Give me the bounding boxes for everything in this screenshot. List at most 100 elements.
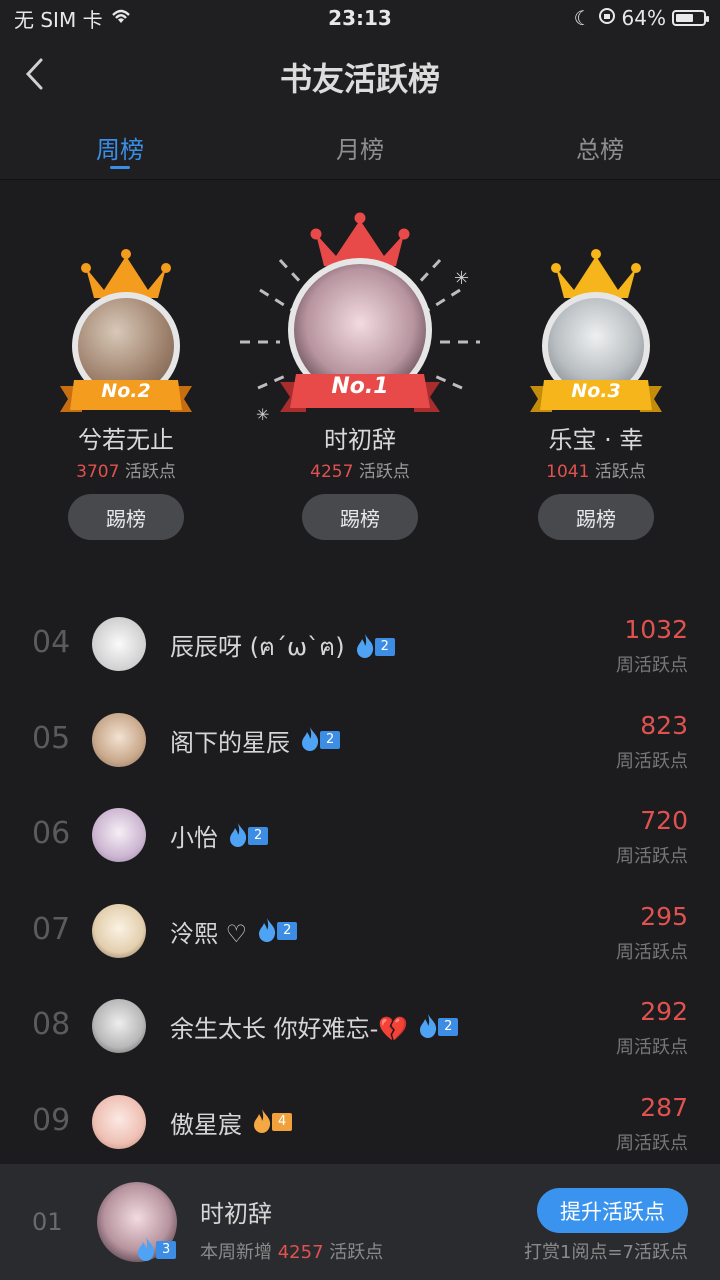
- tab-monthly[interactable]: 月榜: [240, 114, 480, 179]
- score-value: 720: [640, 806, 688, 836]
- points-unit: 活跃点: [329, 1242, 384, 1263]
- points-value: 1041: [546, 462, 590, 482]
- level-badge: 3: [134, 1237, 177, 1261]
- user-name: 泠熙 ♡ 2: [170, 914, 298, 949]
- rank-number: 06: [32, 816, 71, 852]
- avatar[interactable]: [92, 808, 146, 863]
- score-value: 295: [640, 901, 688, 931]
- score-label: 周活跃点: [616, 655, 688, 676]
- points-value: 4257: [277, 1242, 324, 1263]
- level-badge: 2: [353, 633, 395, 658]
- score-label: 周活跃点: [616, 941, 688, 963]
- list-item[interactable]: 06 小怡 2 720 周活跃点: [0, 788, 720, 884]
- list-item[interactable]: 08 余生太长 你好难忘-💔 2 292 周活跃点: [0, 979, 720, 1075]
- rotation-lock-icon: [598, 6, 616, 30]
- page-title: 书友活跃榜: [279, 60, 440, 98]
- user-name-text: 余生太长 你好难忘-💔: [170, 1015, 409, 1044]
- moon-icon: ☾: [573, 6, 592, 30]
- points-line: 4257 活跃点: [260, 457, 460, 482]
- boost-points-button[interactable]: 提升活跃点: [537, 1188, 688, 1233]
- user-name: 辰辰呀 (ฅ´ω`ฅ) 2: [170, 627, 395, 666]
- points-unit: 活跃点: [124, 462, 176, 482]
- svg-text:✳: ✳: [454, 268, 469, 289]
- level-value: 2: [277, 922, 298, 941]
- list-item[interactable]: 04 辰辰呀 (ฅ´ω`ฅ) 2 1032 周活跃点: [0, 597, 720, 693]
- kick-button[interactable]: 踢榜: [68, 494, 184, 540]
- crown-icon: [81, 249, 171, 298]
- user-name: 余生太长 你好难忘-💔 2: [170, 1009, 459, 1044]
- avatar[interactable]: [92, 617, 146, 671]
- carrier-label: 无 SIM 卡: [14, 7, 103, 32]
- user-name-text: 阁下的星辰: [170, 728, 290, 757]
- points-value: 3707: [76, 462, 120, 482]
- level-value: 2: [320, 731, 341, 750]
- score-label: 周活跃点: [616, 1132, 688, 1154]
- rank-number: 09: [32, 1102, 71, 1138]
- level-value: 2: [374, 637, 395, 656]
- my-weekly-points: 本周新增 4257 活跃点: [200, 1238, 383, 1264]
- user-name: 兮若无止: [78, 426, 174, 454]
- list-item[interactable]: 07 泠熙 ♡ 2 295 周活跃点: [0, 884, 720, 980]
- score-value: 823: [640, 710, 688, 740]
- podium: No.2 兮若无止 3707 活跃点 踢榜 ✳ ✳ No.1 时初辞 4257 …: [0, 180, 720, 580]
- points-prefix: 本周新增: [200, 1242, 272, 1263]
- score-label: 周活跃点: [616, 1037, 688, 1059]
- reward-note: 打赏1阅点=7活跃点: [524, 1242, 688, 1263]
- rank-number: 08: [32, 1007, 71, 1043]
- kick-button[interactable]: 踢榜: [538, 494, 654, 540]
- my-rank-number: 01: [32, 1208, 63, 1236]
- battery-percent: 64%: [621, 6, 666, 30]
- level-badge: 2: [298, 727, 341, 752]
- points-line: 1041 活跃点: [496, 457, 696, 482]
- user-name-text: 辰辰呀 (ฅ´ω`ฅ): [170, 633, 345, 661]
- flame-icon: [302, 727, 319, 752]
- user-name: 傲星宸 4: [170, 1105, 293, 1140]
- user-name: 乐宝 · 幸: [548, 426, 644, 454]
- kick-button[interactable]: 踢榜: [302, 494, 418, 540]
- user-name: 阁下的星辰 2: [170, 723, 341, 758]
- user-name: 小怡 2: [170, 818, 269, 853]
- flame-icon: [259, 918, 276, 943]
- wifi-icon: [109, 6, 133, 30]
- ranking-list: 04 辰辰呀 (ฅ´ω`ฅ) 2 1032 周活跃点 05 阁下的星辰 2 82…: [0, 597, 720, 1171]
- flame-icon: [138, 1237, 155, 1261]
- rank-label: No.2: [101, 380, 151, 402]
- my-rank-bar: 01 3 时初辞 本周新增 4257 活跃点 提升活跃点 打赏1阅点=7活跃点: [0, 1164, 720, 1280]
- score-label: 周活跃点: [616, 750, 688, 772]
- flame-icon: [230, 822, 247, 847]
- list-item[interactable]: 09 傲星宸 4 287 周活跃点: [0, 1075, 720, 1171]
- battery-icon: [672, 10, 709, 26]
- score-label: 周活跃点: [616, 846, 688, 868]
- rank-number: 05: [32, 720, 71, 756]
- flame-icon: [356, 633, 373, 658]
- level-badge: 2: [416, 1013, 459, 1038]
- level-badge: 4: [250, 1109, 293, 1134]
- avatar[interactable]: [92, 999, 146, 1054]
- level-value: 2: [438, 1017, 459, 1036]
- tab-bar: 周榜 月榜 总榜: [0, 114, 720, 180]
- level-value: 2: [248, 826, 269, 845]
- level-badge: 2: [255, 918, 298, 943]
- level-badge: 2: [226, 822, 269, 847]
- level-value: 3: [156, 1241, 177, 1259]
- level-value: 4: [272, 1113, 293, 1132]
- rank-label: No.3: [571, 380, 621, 402]
- nav-bar: 书友活跃榜: [0, 36, 720, 114]
- tab-weekly[interactable]: 周榜: [0, 114, 240, 179]
- avatar[interactable]: [92, 903, 146, 958]
- crown-icon: [551, 249, 641, 298]
- score-value: 287: [640, 1092, 688, 1122]
- rank-label: No.1: [331, 374, 389, 399]
- status-bar: 无 SIM 卡 23:13 ☾ 64%: [0, 0, 720, 36]
- flame-icon: [420, 1013, 437, 1038]
- points-value: 4257: [310, 462, 354, 482]
- rank-number: 04: [32, 625, 71, 660]
- points-unit: 活跃点: [594, 462, 646, 482]
- avatar[interactable]: [92, 712, 146, 767]
- list-item[interactable]: 05 阁下的星辰 2 823 周活跃点: [0, 693, 720, 789]
- points-line: 3707 活跃点: [26, 457, 226, 482]
- tab-total[interactable]: 总榜: [480, 114, 720, 179]
- avatar[interactable]: [92, 1094, 146, 1149]
- user-name: 时初辞: [324, 426, 396, 454]
- battery-level: [676, 14, 693, 22]
